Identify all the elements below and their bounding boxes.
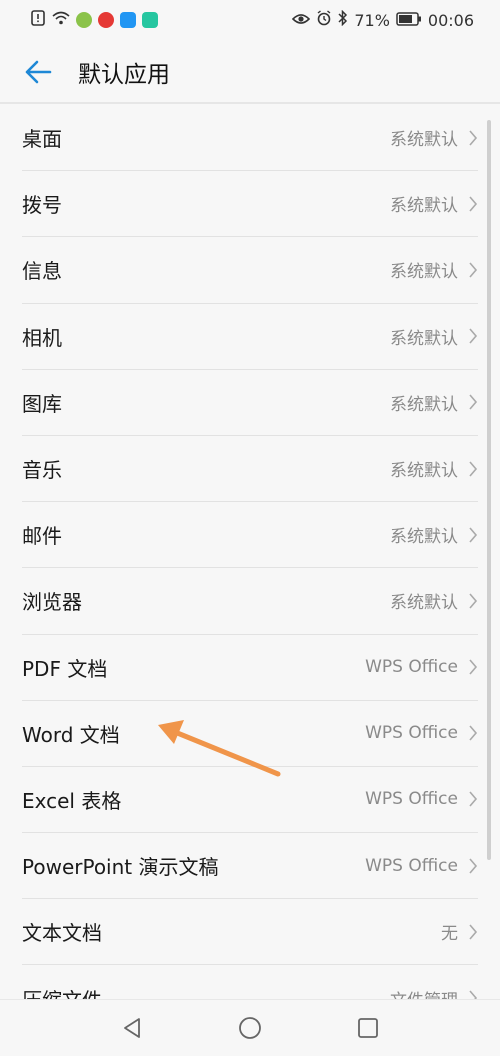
list-item-music[interactable]: 音乐 系统默认 bbox=[22, 436, 478, 503]
scrollbar[interactable] bbox=[487, 120, 491, 860]
chevron-right-icon bbox=[469, 461, 478, 477]
default-apps-list: 桌面 系统默认 拨号 系统默认 信息 系统默认 相机 系统默认 图库 系统默认 音乐 系统默… bbox=[0, 105, 500, 1031]
item-value: 系统默认 bbox=[390, 461, 458, 482]
chevron-right-icon bbox=[469, 328, 478, 344]
chevron-right-icon bbox=[469, 791, 478, 807]
status-bar: 71% 00:06 bbox=[0, 0, 500, 40]
list-item-desktop[interactable]: 桌面 系统默认 bbox=[22, 105, 478, 172]
item-label: 图库 bbox=[22, 391, 62, 416]
list-item-email[interactable]: 邮件 系统默认 bbox=[22, 502, 478, 569]
app-notification-icon bbox=[120, 12, 136, 28]
alert-icon bbox=[30, 10, 46, 30]
item-value: WPS Office bbox=[365, 789, 458, 810]
chevron-right-icon bbox=[469, 858, 478, 874]
app-header: 默认应用 bbox=[0, 40, 500, 104]
chevron-right-icon bbox=[469, 130, 478, 146]
nav-home-button[interactable] bbox=[234, 1012, 266, 1044]
list-item-powerpoint[interactable]: PowerPoint 演示文稿 WPS Office bbox=[22, 833, 478, 900]
nav-back-button[interactable] bbox=[116, 1012, 148, 1044]
header-divider bbox=[0, 102, 500, 104]
item-value: 无 bbox=[441, 924, 458, 945]
item-label: PDF 文档 bbox=[22, 656, 108, 681]
item-value: 系统默认 bbox=[390, 593, 458, 614]
app-notification-icon bbox=[98, 12, 114, 28]
item-label: 文本文档 bbox=[22, 921, 102, 946]
item-label: 拨号 bbox=[22, 193, 62, 218]
system-status: 71% 00:06 bbox=[292, 9, 474, 30]
chevron-right-icon bbox=[469, 527, 478, 543]
item-label: 浏览器 bbox=[22, 590, 82, 615]
list-item-camera[interactable]: 相机 系统默认 bbox=[22, 304, 478, 370]
back-arrow-icon bbox=[25, 60, 52, 84]
wifi-icon bbox=[52, 10, 70, 30]
app-notification-icon bbox=[76, 12, 92, 28]
square-recents-icon bbox=[358, 1018, 378, 1038]
triangle-back-icon bbox=[124, 1018, 140, 1038]
chevron-right-icon bbox=[469, 593, 478, 609]
item-label: PowerPoint 演示文稿 bbox=[22, 855, 219, 880]
battery-percent: 71% bbox=[354, 10, 390, 30]
chevron-right-icon bbox=[469, 924, 478, 940]
item-label: 信息 bbox=[22, 259, 62, 284]
item-label: 邮件 bbox=[22, 524, 62, 549]
item-label: 相机 bbox=[22, 325, 62, 350]
item-value: 系统默认 bbox=[390, 130, 458, 151]
nav-recents-button[interactable] bbox=[352, 1012, 384, 1044]
list-item-browser[interactable]: 浏览器 系统默认 bbox=[22, 568, 478, 635]
item-value: WPS Office bbox=[365, 657, 458, 678]
item-label: 桌面 bbox=[22, 127, 62, 152]
list-item-text-document[interactable]: 文本文档 无 bbox=[22, 899, 478, 966]
annotation-arrow-icon bbox=[158, 720, 281, 777]
item-value: 系统默认 bbox=[390, 527, 458, 548]
item-value: 系统默认 bbox=[390, 328, 458, 349]
item-value: WPS Office bbox=[365, 855, 458, 876]
eye-comfort-icon bbox=[292, 11, 311, 30]
item-value: 系统默认 bbox=[390, 394, 458, 415]
list-item-pdf[interactable]: PDF 文档 WPS Office bbox=[22, 635, 478, 701]
chevron-right-icon bbox=[469, 394, 478, 410]
chevron-right-icon bbox=[469, 262, 478, 278]
shield-app-icon bbox=[142, 12, 158, 28]
item-label: Excel 表格 bbox=[22, 788, 122, 813]
chevron-right-icon bbox=[469, 725, 478, 741]
circle-home-icon bbox=[239, 1017, 261, 1039]
list-item-gallery[interactable]: 图库 系统默认 bbox=[22, 370, 478, 436]
page-title: 默认应用 bbox=[78, 62, 170, 88]
clock-time: 00:06 bbox=[427, 10, 474, 30]
back-button[interactable] bbox=[18, 52, 58, 92]
item-value: 系统默认 bbox=[390, 262, 458, 283]
alarm-icon bbox=[316, 10, 332, 30]
notification-icons bbox=[30, 10, 158, 30]
chevron-right-icon bbox=[469, 196, 478, 212]
list-item-dialer[interactable]: 拨号 系统默认 bbox=[22, 171, 478, 238]
item-value: 系统默认 bbox=[390, 196, 458, 217]
system-navigation-bar bbox=[0, 999, 500, 1056]
bluetooth-icon bbox=[338, 9, 348, 30]
item-label: 音乐 bbox=[22, 458, 62, 483]
battery-icon bbox=[396, 11, 422, 30]
item-value: WPS Office bbox=[365, 723, 458, 744]
list-item-messages[interactable]: 信息 系统默认 bbox=[22, 237, 478, 304]
chevron-right-icon bbox=[469, 659, 478, 675]
